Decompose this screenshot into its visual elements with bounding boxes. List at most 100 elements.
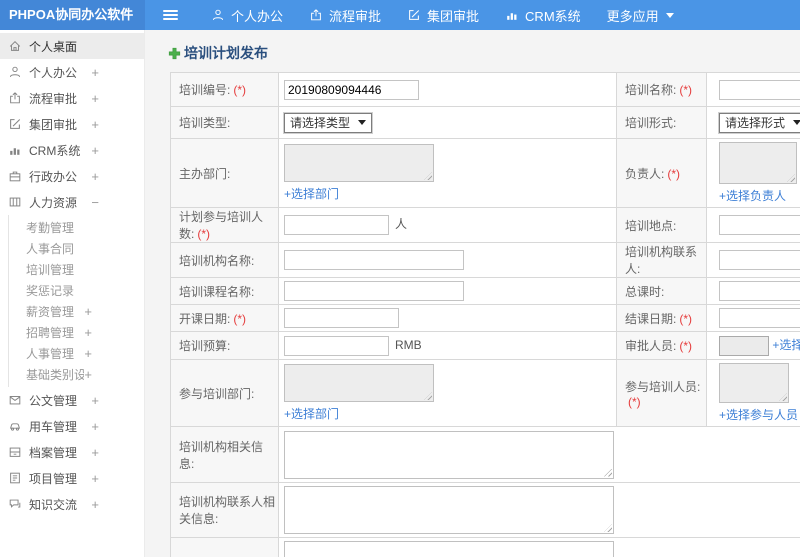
- select-leader-link[interactable]: +选择负责人: [719, 189, 786, 203]
- bar-chart-icon: [8, 143, 22, 157]
- select-value: 请选择形式: [725, 116, 786, 130]
- resize-grip[interactable]: [604, 468, 612, 477]
- sidebar-subitem-base-category[interactable]: 基础类别设置 +: [9, 364, 144, 385]
- expand-toggle[interactable]: +: [91, 419, 99, 434]
- expand-toggle[interactable]: +: [84, 346, 92, 361]
- sidebar-item-archive[interactable]: 档案管理 +: [0, 439, 144, 465]
- org-info-textarea[interactable]: [284, 430, 614, 479]
- org-contact-info-textarea[interactable]: [284, 486, 614, 534]
- nav-personal-office[interactable]: 个人办公: [198, 0, 296, 30]
- select-approver-link[interactable]: +选择审批人员: [772, 338, 800, 352]
- form-row: 培训机构相关信息:: [170, 426, 800, 483]
- join-people-textarea[interactable]: [719, 363, 789, 403]
- org-name-input[interactable]: [284, 250, 464, 270]
- sidebar-subitem-personnel[interactable]: 人事管理 +: [9, 343, 144, 364]
- expand-toggle[interactable]: +: [84, 304, 92, 319]
- required-marker: (*): [233, 83, 247, 97]
- approver-input[interactable]: [719, 335, 769, 356]
- select-caret-icon: [793, 120, 800, 125]
- resize-grip[interactable]: [779, 393, 787, 401]
- total-hours-input[interactable]: [719, 281, 800, 301]
- app-logo[interactable]: PHPOA协同办公软件: [0, 0, 145, 30]
- host-dept-textarea[interactable]: [284, 144, 434, 182]
- expand-toggle[interactable]: +: [91, 471, 99, 486]
- field-label: 结课日期:: [625, 311, 677, 326]
- sidebar-item-workflow-approval[interactable]: 流程审批 +: [0, 85, 144, 111]
- resize-grip[interactable]: [424, 172, 432, 180]
- sidebar-subitem-hr-contract[interactable]: 人事合同: [9, 238, 144, 259]
- select-dept-link[interactable]: +选择部门: [284, 407, 339, 421]
- expand-toggle[interactable]: +: [91, 117, 99, 132]
- sidebar-item-knowledge[interactable]: 知识交流 +: [0, 491, 144, 517]
- start-date-input[interactable]: [284, 308, 399, 328]
- expand-toggle[interactable]: +: [84, 325, 92, 340]
- select-dept-link[interactable]: +选择部门: [284, 187, 339, 201]
- sidebar-subitem-salary[interactable]: 薪资管理 +: [9, 301, 144, 322]
- nav-group-approval[interactable]: 集团审批: [394, 0, 492, 30]
- expand-toggle[interactable]: +: [91, 445, 99, 460]
- training-mode-select[interactable]: 请选择形式: [719, 112, 800, 133]
- sidebar-item-crm[interactable]: CRM系统 +: [0, 137, 144, 163]
- hamburger-menu-icon[interactable]: [157, 0, 184, 30]
- training-name-input[interactable]: [719, 79, 800, 100]
- sidebar-subitem-training[interactable]: 培训管理: [9, 259, 144, 280]
- sidebar-subitem-recruit[interactable]: 招聘管理 +: [9, 322, 144, 343]
- sidebar-subitem-reward-punish[interactable]: 奖惩记录: [9, 280, 144, 301]
- end-date-input[interactable]: [719, 308, 800, 328]
- sidebar-item-hr[interactable]: 人力资源 −: [0, 189, 144, 215]
- select-value: 请选择类型: [290, 116, 351, 130]
- top-bar: PHPOA协同办公软件 个人办公 流程审批 集团审批 CRM系统 更多应用: [0, 0, 800, 30]
- collapse-toggle[interactable]: −: [91, 195, 99, 210]
- training-type-select[interactable]: 请选择类型: [284, 112, 373, 133]
- expand-toggle[interactable]: +: [84, 367, 92, 382]
- form-row: 培训要求:: [170, 537, 800, 557]
- resize-grip[interactable]: [604, 524, 612, 532]
- course-name-input[interactable]: [284, 281, 464, 301]
- join-depts-textarea[interactable]: [284, 364, 434, 402]
- select-participants-link[interactable]: +选择参与人员: [719, 408, 798, 422]
- sidebar-item-official-doc[interactable]: 公文管理 +: [0, 387, 144, 413]
- expand-toggle[interactable]: +: [91, 143, 99, 158]
- edit-icon: [407, 8, 421, 22]
- chevron-down-icon: [665, 12, 674, 18]
- field-label: 培训机构联系人:: [625, 245, 698, 276]
- required-marker: (*): [628, 394, 641, 409]
- sidebar-item-personal-desktop[interactable]: 个人桌面: [0, 33, 144, 59]
- bar-chart-icon: [505, 8, 519, 22]
- expand-toggle[interactable]: +: [91, 65, 99, 80]
- budget-input[interactable]: [284, 335, 389, 356]
- sidebar-item-vehicle[interactable]: 用车管理 +: [0, 413, 144, 439]
- sidebar-item-admin-office[interactable]: 行政办公 +: [0, 163, 144, 189]
- hr-submenu: 考勤管理 人事合同 培训管理 奖惩记录 薪资管理 + 招聘管理 + 人事管理 +…: [8, 215, 144, 387]
- nav-crm-system[interactable]: CRM系统: [492, 0, 594, 30]
- field-label: 培训形式:: [625, 116, 677, 130]
- sidebar-item-project[interactable]: 项目管理 +: [0, 465, 144, 491]
- envelope-icon: [8, 393, 22, 407]
- training-no-input[interactable]: [284, 79, 419, 100]
- field-label: 开课日期:: [179, 311, 231, 326]
- nav-label: 个人办公: [231, 8, 284, 24]
- required-marker: (*): [679, 339, 693, 353]
- sidebar-item-personal-office[interactable]: 个人办公 +: [0, 59, 144, 85]
- sidebar-item-group-approval[interactable]: 集团审批 +: [0, 111, 144, 137]
- nav-workflow-approval[interactable]: 流程审批: [296, 0, 394, 30]
- expand-toggle[interactable]: +: [91, 91, 99, 106]
- sidebar-subitem-attendance[interactable]: 考勤管理: [9, 217, 144, 238]
- expand-toggle[interactable]: +: [91, 169, 99, 184]
- location-input[interactable]: [719, 215, 800, 235]
- field-label: 培训课程名称:: [179, 284, 255, 299]
- share-icon: [8, 91, 22, 105]
- field-label: 培训机构相关信息:: [179, 439, 264, 471]
- resize-grip[interactable]: [787, 174, 795, 182]
- resize-grip[interactable]: [424, 392, 432, 400]
- requirements-textarea[interactable]: [284, 541, 614, 557]
- field-label: 培训地点:: [625, 218, 677, 233]
- expand-toggle[interactable]: +: [91, 393, 99, 408]
- form-row: 培训机构名称: 培训机构联系人:: [170, 242, 800, 278]
- nav-more-apps[interactable]: 更多应用: [594, 0, 687, 30]
- planned-count-input[interactable]: [284, 215, 389, 235]
- org-contact-input[interactable]: [719, 250, 800, 270]
- expand-toggle[interactable]: +: [91, 497, 99, 512]
- leader-textarea[interactable]: [719, 142, 797, 184]
- user-icon: [211, 8, 225, 22]
